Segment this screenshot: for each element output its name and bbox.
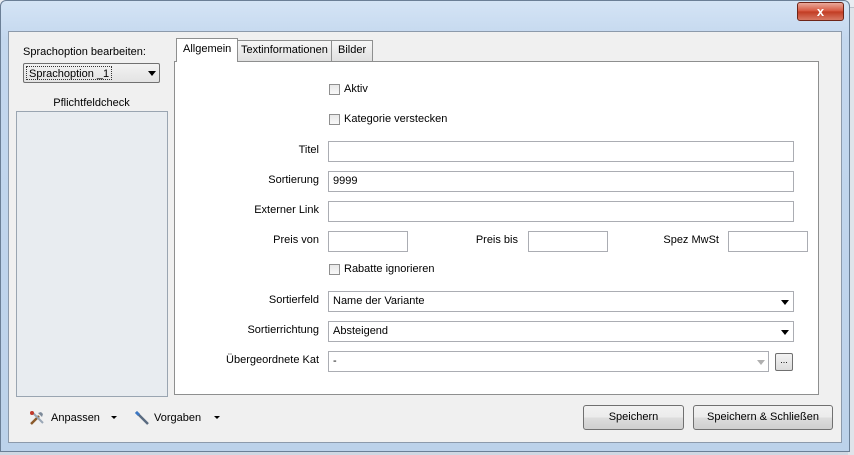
sort-direction-select[interactable]: Absteigend	[328, 321, 794, 342]
sort-field-label: Sortierfeld	[268, 294, 319, 306]
chevron-down-icon	[148, 71, 156, 76]
chevron-down-icon	[111, 416, 117, 419]
chevron-down-icon	[214, 416, 220, 419]
tab-bilder[interactable]: Bilder	[331, 40, 374, 61]
customize-label: Anpassen	[51, 412, 100, 424]
browse-button[interactable]: ...	[775, 353, 793, 371]
language-option-value: Sprachoption _1	[26, 66, 113, 80]
sort-input[interactable]: 9999	[328, 171, 794, 192]
active-checkbox[interactable]	[329, 84, 340, 95]
sort-field-select[interactable]: Name der Variante	[328, 291, 794, 312]
hide-category-checkbox[interactable]	[329, 114, 340, 125]
vat-label: Spez MwSt	[663, 234, 719, 246]
chevron-down-icon	[781, 300, 789, 305]
required-check-title: Pflichtfeldcheck	[53, 97, 130, 109]
chevron-down-icon	[781, 330, 789, 335]
sort-direction-value: Absteigend	[333, 325, 389, 337]
ignore-discounts-label: Rabatte ignorieren	[344, 263, 435, 275]
external-link-label: Externer Link	[254, 204, 319, 216]
tools-icon	[30, 411, 44, 425]
close-icon: x	[816, 4, 825, 19]
price-from-input[interactable]	[328, 231, 408, 252]
ignore-discounts-checkbox[interactable]	[329, 264, 340, 275]
language-option-select[interactable]: Sprachoption _1	[23, 63, 160, 83]
sort-label: Sortierung	[268, 174, 319, 186]
tab-panel-allgemein	[174, 61, 819, 395]
parent-category-label: Übergeordnete Kat	[226, 354, 319, 366]
language-option-label: Sprachoption bearbeiten:	[23, 46, 146, 58]
hide-category-label: Kategorie verstecken	[344, 113, 448, 125]
tab-allgemein[interactable]: Allgemein	[176, 38, 239, 62]
vat-input[interactable]	[728, 231, 808, 252]
required-check-list	[16, 111, 168, 397]
price-to-label: Preis bis	[475, 234, 518, 246]
title-input[interactable]	[328, 141, 794, 162]
tab-textinformationen[interactable]: Textinformationen	[234, 40, 335, 61]
close-button[interactable]: x	[797, 2, 844, 21]
wand-icon	[134, 410, 149, 425]
active-label: Aktiv	[344, 83, 368, 95]
external-link-input[interactable]	[328, 201, 794, 222]
defaults-label: Vorgaben	[154, 412, 202, 424]
price-from-label: Preis von	[273, 234, 319, 246]
parent-category-select[interactable]: -	[328, 351, 769, 372]
price-to-input[interactable]	[528, 231, 608, 252]
title-label: Titel	[298, 144, 319, 156]
save-and-close-button[interactable]: Speichern & Schließen	[693, 405, 833, 430]
sort-direction-label: Sortierrichtung	[247, 324, 319, 336]
save-button[interactable]: Speichern	[583, 405, 684, 430]
chevron-down-icon	[757, 360, 765, 365]
sort-field-value: Name der Variante	[333, 295, 425, 307]
defaults-button[interactable]: Vorgaben	[134, 409, 222, 427]
parent-category-value: -	[333, 355, 337, 367]
customize-button[interactable]: Anpassen	[29, 409, 121, 427]
